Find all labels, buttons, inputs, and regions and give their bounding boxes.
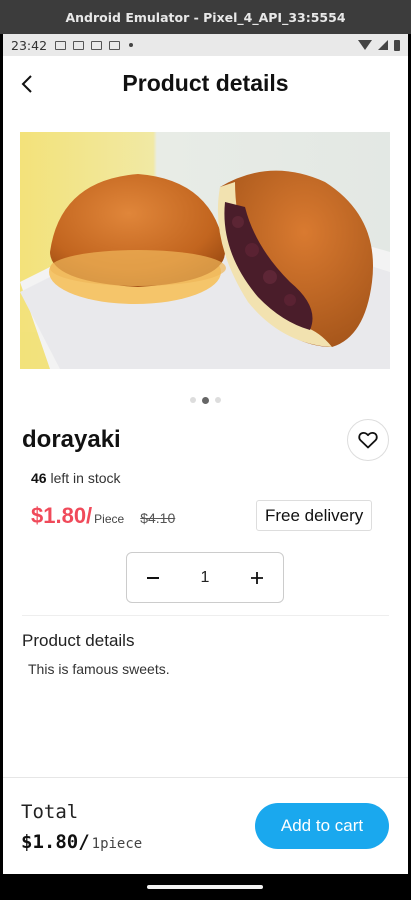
product-price: $1.80/ xyxy=(31,503,93,528)
status-bar: 23:42 xyxy=(3,34,408,56)
gmail-icon xyxy=(55,40,67,50)
plus-icon xyxy=(251,571,263,584)
dot-icon xyxy=(129,43,134,47)
add-to-cart-button[interactable]: Add to cart xyxy=(255,803,389,849)
notification-icon xyxy=(109,40,121,50)
emulator-title-bar: Android Emulator - Pixel_4_API_33:5554 xyxy=(0,0,411,34)
price-unit: Piece xyxy=(94,512,125,526)
total-unit: 1piece xyxy=(91,836,143,852)
notification-icon xyxy=(91,40,103,50)
status-time: 23:42 xyxy=(11,37,48,53)
quantity-value: 1 xyxy=(200,568,210,586)
total-price: $1.80/ xyxy=(21,831,90,853)
product-image xyxy=(20,132,390,369)
price-row: $1.80/ Piece $4.10 xyxy=(31,503,175,529)
app-bar: Product details xyxy=(3,56,408,112)
stock-count: 46 xyxy=(31,470,47,486)
notification-icon xyxy=(73,40,85,50)
carousel-dot-active[interactable] xyxy=(202,396,209,404)
increase-button[interactable] xyxy=(231,553,283,602)
arrow-left-icon xyxy=(21,75,32,93)
back-button[interactable] xyxy=(17,74,37,94)
carousel-dot[interactable] xyxy=(215,397,221,403)
quantity-stepper: 1 xyxy=(126,552,284,603)
carousel-dot[interactable] xyxy=(190,397,196,403)
gesture-nav-handle[interactable] xyxy=(147,885,263,889)
page-title: Product details xyxy=(122,70,289,96)
wifi-icon xyxy=(358,40,372,50)
stock-label: left in stock xyxy=(46,470,121,486)
total-row: $1.80/ 1piece xyxy=(21,831,142,853)
image-carousel-indicator xyxy=(3,396,408,404)
decrease-button[interactable] xyxy=(127,553,179,602)
section-divider xyxy=(22,615,389,616)
stock-info: 46 left in stock xyxy=(31,470,121,486)
device-frame: 23:42 Product details dorayaki 46 left i… xyxy=(0,34,411,900)
details-heading: Product details xyxy=(22,631,135,650)
product-name: dorayaki xyxy=(22,426,121,453)
free-delivery-badge: Free delivery xyxy=(256,500,373,531)
battery-icon xyxy=(394,39,400,51)
original-price: $4.10 xyxy=(140,510,176,526)
minus-icon xyxy=(147,576,159,579)
signal-icon xyxy=(378,40,388,50)
footer-divider xyxy=(3,777,408,778)
favorite-button[interactable] xyxy=(347,419,389,461)
product-description: This is famous sweets. xyxy=(28,661,170,677)
heart-outline-icon xyxy=(358,431,378,449)
total-label: Total xyxy=(21,801,79,823)
app-screen: 23:42 Product details dorayaki 46 left i… xyxy=(3,34,408,874)
